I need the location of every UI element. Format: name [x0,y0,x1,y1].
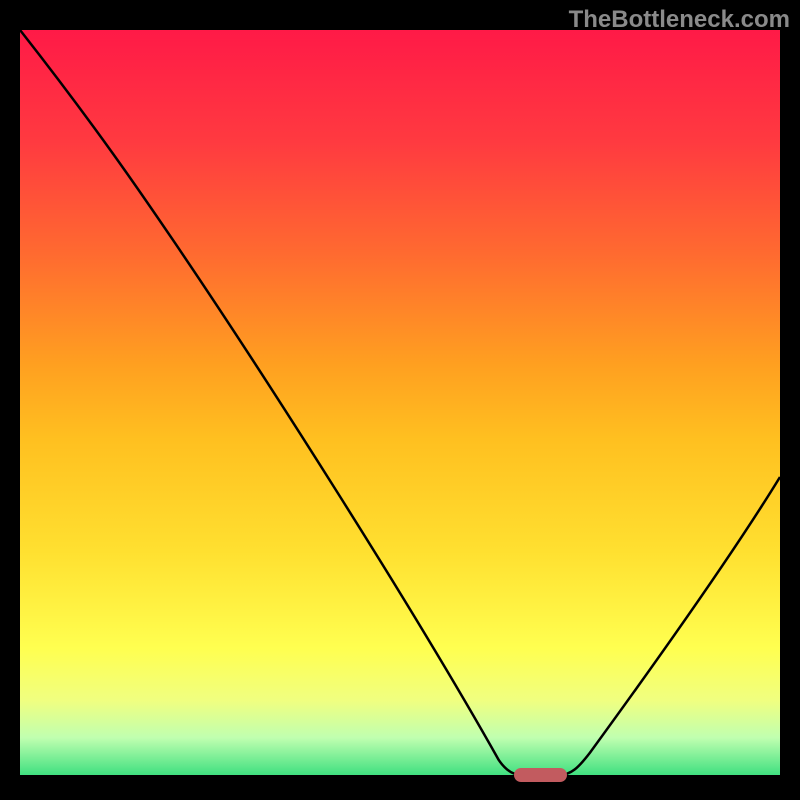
chart-curve-svg [20,30,780,775]
watermark-text: TheBottleneck.com [569,6,790,34]
optimal-marker [514,768,567,782]
curve-path [20,30,780,775]
